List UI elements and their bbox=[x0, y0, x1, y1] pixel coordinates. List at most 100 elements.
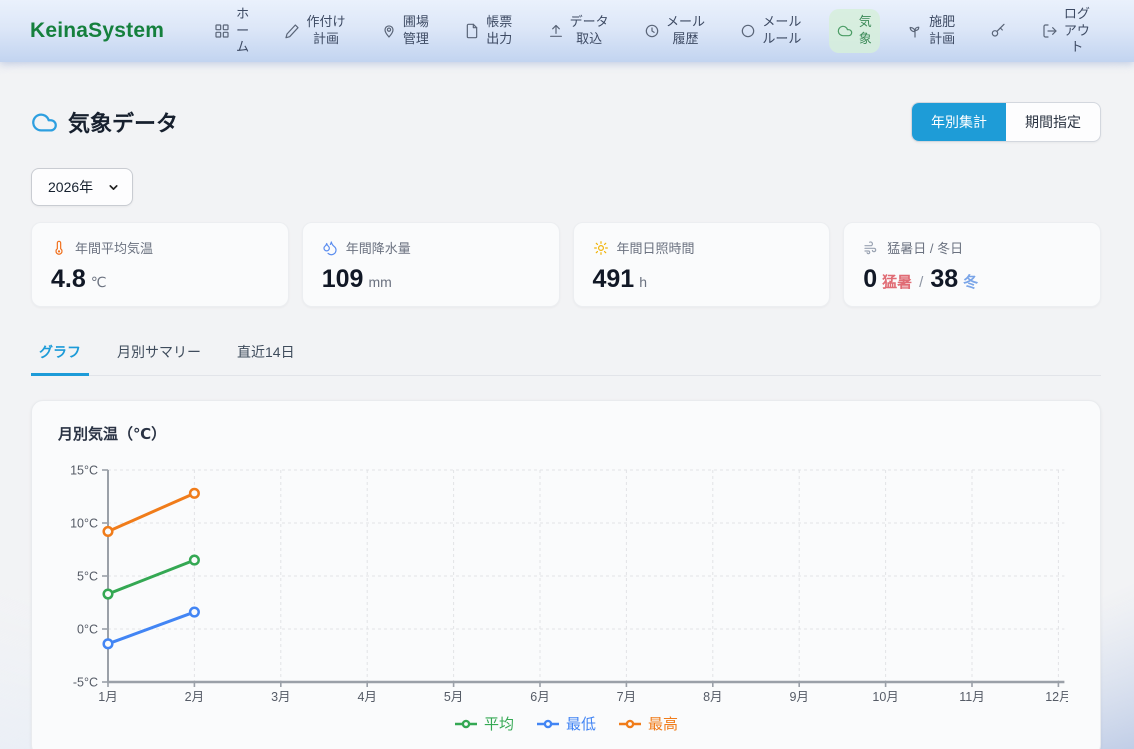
svg-text:3月: 3月 bbox=[271, 690, 290, 704]
svg-text:5月: 5月 bbox=[444, 690, 463, 704]
nav-item-label: 作付け 計画 bbox=[306, 14, 345, 48]
nav-item-logout[interactable]: ログ アウ ト bbox=[1034, 1, 1098, 62]
svg-text:1月: 1月 bbox=[98, 690, 117, 704]
svg-text:10°C: 10°C bbox=[70, 517, 98, 531]
stat-label: 年間降水量 bbox=[346, 238, 411, 257]
nav-item-label: ホ ー ム bbox=[236, 6, 249, 57]
content-tabs: グラフ 月別サマリー 直近14日 bbox=[31, 334, 1101, 376]
stat-unit: mm bbox=[368, 274, 391, 290]
separator: / bbox=[919, 274, 923, 291]
svg-text:15°C: 15°C bbox=[70, 464, 98, 478]
nav-item-mail-history[interactable]: メール 履歴 bbox=[636, 9, 713, 53]
stat-value: 4.8 bbox=[51, 265, 86, 294]
brand-logo[interactable]: KeinaSystem bbox=[30, 19, 164, 43]
chart-series-平均 bbox=[104, 556, 199, 599]
nav-item-report-output[interactable]: 帳票 出力 bbox=[456, 9, 520, 53]
stat-card-avg-temp: 年間平均気温 4.8 ℃ bbox=[31, 222, 289, 307]
stat-label: 猛暑日 / 冬日 bbox=[887, 238, 963, 257]
stat-label: 年間平均気温 bbox=[75, 238, 153, 257]
stats-row: 年間平均気温 4.8 ℃ 年間降水量 109 mm 年間日照時間 4 bbox=[31, 222, 1101, 307]
nav-item-label: 施肥 計画 bbox=[929, 14, 955, 48]
stat-value: 109 bbox=[322, 265, 364, 294]
thermometer-icon bbox=[51, 240, 67, 256]
hot-days-label: 猛暑 bbox=[882, 271, 912, 292]
chart-title: 月別気温（℃） bbox=[58, 423, 1074, 444]
wind-icon bbox=[863, 240, 879, 256]
nav-item-label: データ 取込 bbox=[570, 14, 609, 48]
chart-series-最高 bbox=[104, 489, 199, 536]
svg-text:2月: 2月 bbox=[185, 690, 204, 704]
nav-item-label: 圃場 管理 bbox=[403, 14, 429, 48]
chart-series-最低 bbox=[104, 608, 199, 648]
main-nav: ホ ー ム 作付け 計画 圃場 管理 帳票 出力 データ 取込 メール 履歴 メ… bbox=[206, 1, 1098, 62]
svg-text:5°C: 5°C bbox=[77, 570, 98, 584]
history-icon bbox=[644, 23, 660, 39]
toggle-yearly-summary[interactable]: 年別集計 bbox=[912, 103, 1006, 141]
app-header: KeinaSystem ホ ー ム 作付け 計画 圃場 管理 帳票 出力 データ… bbox=[0, 0, 1134, 62]
stat-unit: h bbox=[639, 274, 647, 290]
year-select[interactable]: 2026年 bbox=[31, 168, 133, 206]
data-point bbox=[104, 590, 113, 599]
svg-text:11月: 11月 bbox=[959, 690, 984, 704]
nav-item-label: ログ アウ ト bbox=[1064, 6, 1090, 57]
legend-item-min[interactable]: 最低 bbox=[536, 713, 596, 734]
line-marker-icon bbox=[454, 718, 478, 730]
tab-recent-14days[interactable]: 直近14日 bbox=[229, 334, 303, 376]
legend-item-average[interactable]: 平均 bbox=[454, 713, 514, 734]
data-point bbox=[190, 556, 199, 565]
svg-text:7月: 7月 bbox=[617, 690, 636, 704]
svg-text:-5°C: -5°C bbox=[73, 676, 98, 690]
aggregation-mode-toggle: 年別集計 期間指定 bbox=[911, 102, 1101, 142]
data-point bbox=[104, 640, 113, 649]
tab-graph[interactable]: グラフ bbox=[31, 334, 89, 376]
circle-icon bbox=[740, 23, 756, 39]
data-point bbox=[104, 527, 113, 536]
chevron-down-icon bbox=[107, 181, 120, 194]
nav-item-mail-rules[interactable]: メール ルール bbox=[732, 9, 809, 53]
cloud-icon bbox=[31, 109, 58, 136]
line-marker-icon bbox=[536, 718, 560, 730]
nav-item-weather[interactable]: 気 象 bbox=[829, 9, 880, 53]
data-point bbox=[190, 608, 199, 617]
nav-item-label: メール 履歴 bbox=[666, 14, 705, 48]
nav-item-field-management[interactable]: 圃場 管理 bbox=[373, 9, 437, 53]
monthly-temperature-chart: 15°C10°C5°C0°C-5°C1月2月3月4月5月6月7月8月9月10月1… bbox=[58, 456, 1068, 706]
chart-axis-labels: 15°C10°C5°C0°C-5°C1月2月3月4月5月6月7月8月9月10月1… bbox=[70, 464, 1068, 705]
nav-item-password[interactable] bbox=[982, 18, 1014, 44]
chart-gridlines bbox=[108, 470, 1064, 682]
year-select-value: 2026年 bbox=[48, 177, 93, 197]
droplets-icon bbox=[322, 240, 338, 256]
dashboard-icon bbox=[214, 23, 230, 39]
svg-text:12月: 12月 bbox=[1045, 690, 1068, 704]
nav-item-data-import[interactable]: データ 取込 bbox=[540, 9, 617, 53]
nav-item-planting-plan[interactable]: 作付け 計画 bbox=[276, 9, 353, 53]
toggle-period-select[interactable]: 期間指定 bbox=[1006, 103, 1100, 141]
chart-axes bbox=[102, 470, 1064, 687]
svg-text:0°C: 0°C bbox=[77, 623, 98, 637]
svg-text:6月: 6月 bbox=[530, 690, 549, 704]
cold-days-label: 冬 bbox=[963, 271, 978, 292]
key-icon bbox=[990, 23, 1006, 39]
logout-icon bbox=[1042, 23, 1058, 39]
stat-label: 年間日照時間 bbox=[617, 238, 695, 257]
legend-label: 平均 bbox=[484, 713, 514, 734]
map-pin-icon bbox=[381, 23, 397, 39]
nav-item-fertilizer-plan[interactable]: 施肥 計画 bbox=[899, 9, 963, 53]
legend-label: 最低 bbox=[566, 713, 596, 734]
stat-unit: ℃ bbox=[91, 274, 107, 291]
stat-card-precipitation: 年間降水量 109 mm bbox=[302, 222, 560, 307]
monthly-temperature-chart-card: 月別気温（℃） 15°C10°C5°C0°C-5°C1月2月3月4月5月6月7月… bbox=[31, 400, 1101, 749]
tab-monthly-summary[interactable]: 月別サマリー bbox=[109, 334, 209, 376]
line-marker-icon bbox=[618, 718, 642, 730]
nav-item-label: メール ルール bbox=[762, 14, 801, 48]
nav-item-label: 帳票 出力 bbox=[486, 14, 512, 48]
pencil-icon bbox=[284, 23, 300, 39]
svg-text:9月: 9月 bbox=[789, 690, 808, 704]
upload-icon bbox=[548, 23, 564, 39]
legend-item-max[interactable]: 最高 bbox=[618, 713, 678, 734]
nav-item-home[interactable]: ホ ー ム bbox=[206, 1, 257, 62]
stat-card-extreme-days: 猛暑日 / 冬日 0 猛暑 / 38 冬 bbox=[843, 222, 1101, 307]
svg-text:10月: 10月 bbox=[872, 690, 898, 704]
stat-card-sunshine: 年間日照時間 491 h bbox=[573, 222, 831, 307]
stat-value-cold-days: 38 bbox=[930, 265, 958, 294]
